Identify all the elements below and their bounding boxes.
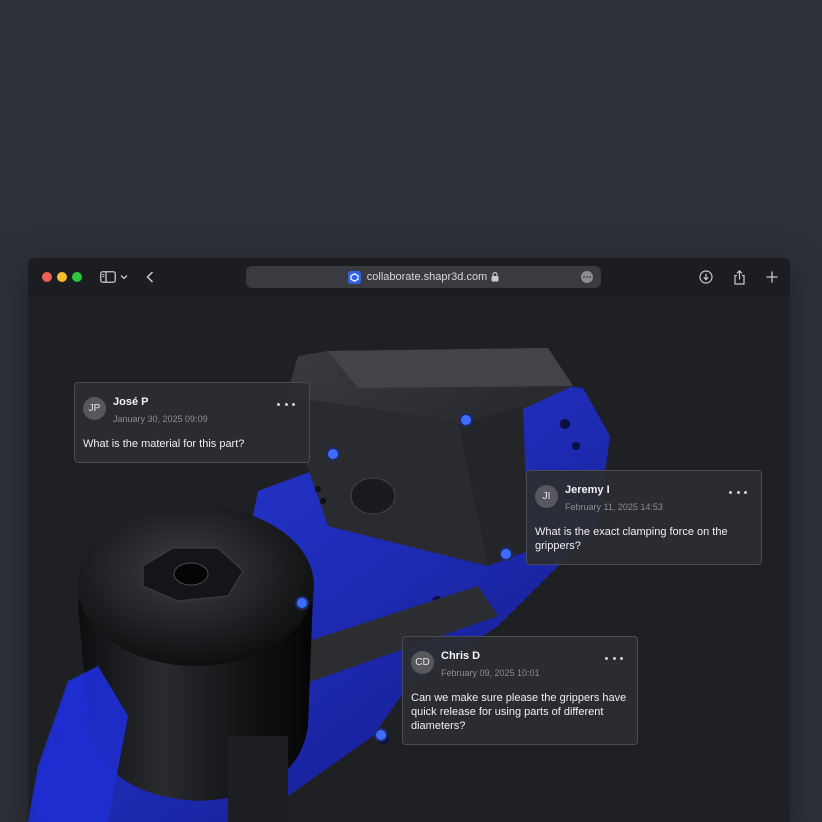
comment-card[interactable]: JI Jeremy I February 11, 2025 14:53 What… <box>526 470 762 565</box>
more-options-icon[interactable] <box>729 487 747 497</box>
comment-date: January 30, 2025 09:09 <box>113 414 208 424</box>
comment-card[interactable]: JP José P January 30, 2025 09:09 What is… <box>74 382 310 463</box>
comment-author: Chris D <box>441 650 481 662</box>
browser-window: collaborate.shapr3d.com JP José P Januar… <box>28 258 790 822</box>
comment-author: Jeremy I <box>565 484 610 496</box>
avatar: CD <box>411 651 434 674</box>
url-text: collaborate.shapr3d.com <box>366 271 488 283</box>
avatar: JI <box>535 485 558 508</box>
comment-pin-chris[interactable] <box>374 728 388 742</box>
sidebar-icon[interactable] <box>98 267 118 287</box>
comment-text: What is the material for this part? <box>83 438 245 450</box>
comment-card[interactable]: CD Chris D February 09, 2025 10:01 Can w… <box>402 636 638 745</box>
minimize-window-button[interactable] <box>57 272 67 282</box>
share-icon[interactable] <box>729 267 749 287</box>
close-window-button[interactable] <box>42 272 52 282</box>
comment-pin-jeremy[interactable] <box>499 547 513 561</box>
comment-pin-cylinder[interactable] <box>295 596 309 610</box>
comment-author: José P <box>113 396 149 408</box>
chevron-down-icon[interactable] <box>117 267 131 287</box>
comment-pin-jose[interactable] <box>326 447 340 461</box>
zoom-window-button[interactable] <box>72 272 82 282</box>
plus-icon[interactable] <box>762 267 782 287</box>
address-bar[interactable]: collaborate.shapr3d.com <box>246 266 601 288</box>
browser-toolbar: collaborate.shapr3d.com <box>28 258 790 297</box>
lock-icon <box>491 272 499 282</box>
more-options-icon[interactable] <box>277 399 295 409</box>
3d-model-viewport[interactable]: JP José P January 30, 2025 09:09 What is… <box>28 296 790 822</box>
more-options-icon[interactable] <box>605 653 623 663</box>
avatar: JP <box>83 397 106 420</box>
comment-date: February 11, 2025 14:53 <box>565 502 663 512</box>
comment-date: February 09, 2025 10:01 <box>441 668 540 678</box>
more-icon[interactable] <box>581 271 593 283</box>
shapr3d-favicon-icon <box>347 270 361 284</box>
comment-pin-edge[interactable] <box>459 413 473 427</box>
comment-text: What is the exact clamping force on the … <box>535 526 728 552</box>
comment-text: Can we make sure please the grippers hav… <box>411 692 627 732</box>
download-icon[interactable] <box>696 267 716 287</box>
back-icon[interactable] <box>140 267 160 287</box>
